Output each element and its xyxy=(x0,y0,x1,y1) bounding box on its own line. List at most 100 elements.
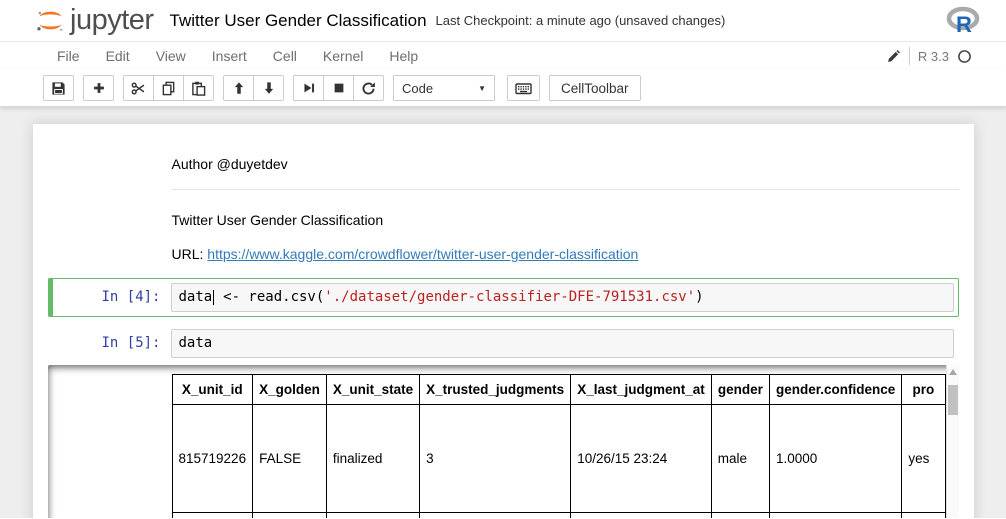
code-text: data xyxy=(179,289,213,305)
table-cell xyxy=(711,513,769,519)
markdown-cell[interactable]: Author @duyetdev Twitter User Gender Cla… xyxy=(48,139,959,263)
code-cell-5[interactable]: In [5]: data xyxy=(48,324,959,363)
dataframe-output: X_unit_idX_goldenX_unit_stateX_trusted_j… xyxy=(172,365,946,518)
code-input-5[interactable]: data xyxy=(171,329,954,358)
column-header: X_last_judgment_at xyxy=(571,375,712,405)
interrupt-kernel-button[interactable] xyxy=(323,75,354,101)
dataframe-header-row: X_unit_idX_goldenX_unit_stateX_trusted_j… xyxy=(172,375,945,405)
plus-icon xyxy=(92,81,106,95)
copy-icon xyxy=(161,81,176,96)
cell-type-value: Code xyxy=(402,81,433,96)
paste-icon xyxy=(191,81,206,96)
jupyter-wordmark: jupyter xyxy=(70,4,154,37)
stop-icon xyxy=(332,81,346,95)
table-cell xyxy=(902,513,945,519)
menu-item-view[interactable]: View xyxy=(143,42,199,70)
table-cell: yes xyxy=(902,405,945,513)
cell-type-select[interactable]: Code ▼ xyxy=(393,75,495,101)
menu-item-edit[interactable]: Edit xyxy=(93,42,143,70)
svg-text:R: R xyxy=(956,12,972,36)
column-header: X_golden xyxy=(253,375,327,405)
paste-cell-button[interactable] xyxy=(183,75,214,101)
table-cell xyxy=(420,513,571,519)
save-button[interactable] xyxy=(43,75,74,101)
table-cell: 10/26/15 23:24 xyxy=(571,405,712,513)
save-icon xyxy=(51,81,66,96)
restart-kernel-button[interactable] xyxy=(353,75,384,101)
table-row: 815719226FALSEfinalized310/26/15 23:24ma… xyxy=(172,405,945,513)
table-cell: male xyxy=(711,405,769,513)
column-header: X_trusted_judgments xyxy=(420,375,571,405)
menu-item-kernel[interactable]: Kernel xyxy=(310,42,376,70)
run-cell-button[interactable] xyxy=(293,75,324,101)
dataframe-table: X_unit_idX_goldenX_unit_stateX_trusted_j… xyxy=(172,374,946,518)
toolbar: Code ▼ CellToo xyxy=(0,70,1006,107)
kernel-indicator-name: R 3.3 xyxy=(918,49,949,64)
copy-cell-button[interactable] xyxy=(153,75,184,101)
kernel-idle-icon xyxy=(957,49,972,64)
kaggle-dataset-link[interactable]: https://www.kaggle.com/crowdflower/twitt… xyxy=(207,246,638,262)
markdown-rendered: Author @duyetdev Twitter User Gender Cla… xyxy=(172,139,959,263)
table-cell xyxy=(571,513,712,519)
code-text: ) xyxy=(695,289,703,305)
command-palette-button[interactable] xyxy=(507,75,540,101)
jupyter-logo-icon xyxy=(35,5,66,36)
insert-cell-button[interactable] xyxy=(83,75,114,101)
table-cell xyxy=(253,513,327,519)
table-cell: 3 xyxy=(420,405,571,513)
column-header: gender xyxy=(711,375,769,405)
url-paragraph: URL: https://www.kaggle.com/crowdflower/… xyxy=(172,246,959,263)
output-scrollbar[interactable] xyxy=(946,365,959,518)
table-cell xyxy=(326,513,419,519)
markdown-prompt-spacer xyxy=(48,139,172,263)
table-cell: FALSE xyxy=(253,405,327,513)
notebook-container: Author @duyetdev Twitter User Gender Cla… xyxy=(33,124,974,518)
scrollbar-thumb[interactable] xyxy=(948,385,958,415)
table-row-partial xyxy=(172,513,945,519)
move-cell-up-button[interactable] xyxy=(223,75,254,101)
column-header: X_unit_id xyxy=(172,375,253,405)
menu-item-cell[interactable]: Cell xyxy=(260,42,310,70)
column-header: X_unit_state xyxy=(326,375,419,405)
markdown-heading: Twitter User Gender Classification xyxy=(172,212,959,229)
author-text: Author @duyetdev xyxy=(172,156,959,173)
code-input-4[interactable]: data <- read.csv('./dataset/gender-class… xyxy=(171,283,954,312)
table-cell: finalized xyxy=(326,405,419,513)
menu-item-insert[interactable]: Insert xyxy=(199,42,260,70)
scrolled-output-area[interactable]: X_unit_idX_goldenX_unit_stateX_trusted_j… xyxy=(48,365,959,518)
menu-item-help[interactable]: Help xyxy=(376,42,431,70)
menu-item-file[interactable]: File xyxy=(44,42,93,70)
input-prompt-5: In [5]: xyxy=(53,329,171,358)
markdown-divider xyxy=(172,189,959,190)
step-forward-icon xyxy=(302,81,316,95)
url-label: URL: xyxy=(172,246,208,262)
table-cell: 815719226 xyxy=(172,405,253,513)
r-kernel-logo: R xyxy=(946,6,982,36)
table-cell xyxy=(769,513,901,519)
table-cell xyxy=(172,513,253,519)
column-header: gender.confidence xyxy=(769,375,901,405)
arrow-up-icon xyxy=(232,81,246,95)
cut-cell-button[interactable] xyxy=(123,75,154,101)
code-cell-4[interactable]: In [4]: data <- read.csv('./dataset/gend… xyxy=(48,278,959,317)
code-text: <- read.csv( xyxy=(215,289,325,305)
celltoolbar-button[interactable]: CellToolbar xyxy=(549,75,641,101)
checkpoint-status: Last Checkpoint: a minute ago (unsaved c… xyxy=(436,13,726,28)
column-header: pro xyxy=(902,375,945,405)
notebook-title[interactable]: Twitter User Gender Classification xyxy=(170,11,427,31)
notebook-panel: Author @duyetdev Twitter User Gender Cla… xyxy=(0,107,1006,518)
scrollbar-up-arrow-icon[interactable] xyxy=(949,369,957,375)
select-caret-icon: ▼ xyxy=(478,84,486,93)
jupyter-logo[interactable]: jupyter xyxy=(35,4,154,37)
arrow-down-icon xyxy=(262,81,276,95)
move-cell-down-button[interactable] xyxy=(253,75,284,101)
restart-icon xyxy=(361,81,376,96)
dataframe-body: 815719226FALSEfinalized310/26/15 23:24ma… xyxy=(172,405,945,519)
edit-mode-pencil-icon xyxy=(886,49,901,64)
code-string-literal: './dataset/gender-classifier-DFE-791531.… xyxy=(324,289,695,305)
menubar-divider xyxy=(909,47,910,65)
keyboard-icon xyxy=(515,81,532,96)
code-text: data xyxy=(179,335,213,351)
menu-list: FileEditViewInsertCellKernelHelp xyxy=(44,42,431,70)
menubar: FileEditViewInsertCellKernelHelp R 3.3 xyxy=(0,42,1006,70)
